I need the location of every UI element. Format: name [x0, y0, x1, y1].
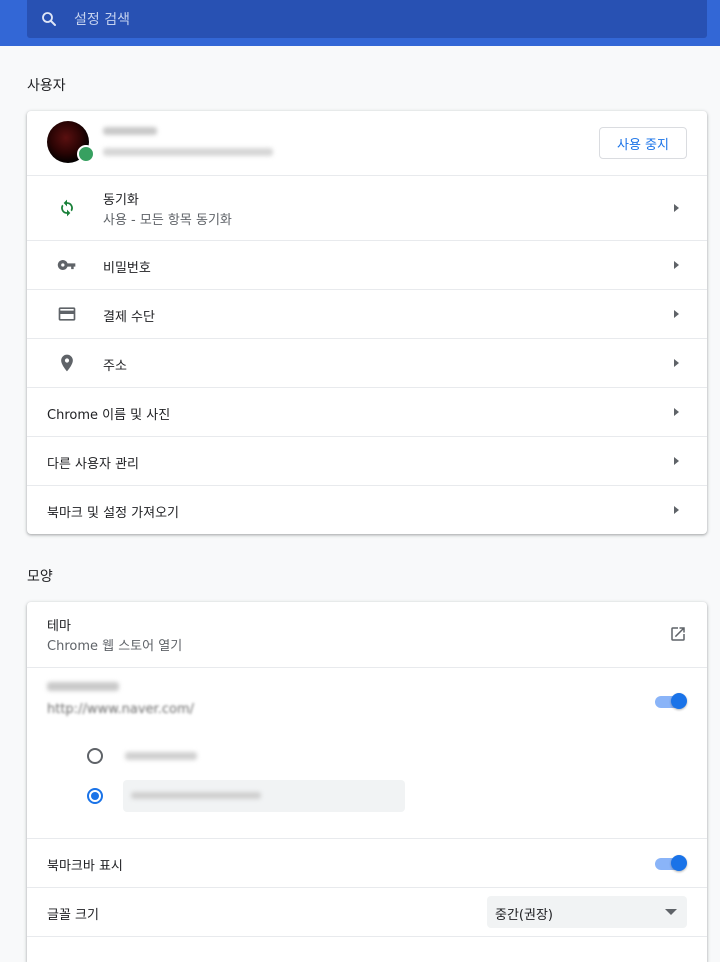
- sync-icon: [61, 199, 73, 217]
- addresses-label: 주소: [103, 359, 127, 374]
- bookmarks-bar-label: 북마크바 표시: [47, 859, 123, 874]
- theme-subtitle: Chrome 웹 스토어 열기: [47, 639, 183, 654]
- chevron-right-icon: [674, 457, 679, 465]
- sync-status-badge: [77, 145, 95, 163]
- home-button-row: http://www.naver.com/: [27, 667, 707, 838]
- chrome-name-label: Chrome 이름 및 사진: [47, 408, 171, 423]
- chrome-name-row[interactable]: Chrome 이름 및 사진: [27, 387, 707, 436]
- theme-row[interactable]: 테마 Chrome 웹 스토어 열기: [27, 602, 707, 667]
- bookmarks-bar-toggle[interactable]: [655, 854, 687, 872]
- chevron-right-icon: [674, 261, 679, 269]
- payments-label: 결제 수단: [103, 310, 155, 325]
- manage-people-row[interactable]: 다른 사용자 관리: [27, 436, 707, 485]
- chevron-right-icon: [674, 310, 679, 318]
- home-button-toggle[interactable]: [655, 692, 687, 710]
- passwords-row[interactable]: 비밀번호: [27, 240, 707, 289]
- account-name-blurred: [103, 127, 157, 135]
- key-icon: [57, 260, 76, 270]
- new-tab-page-label-blurred: [125, 752, 197, 760]
- custom-url-radio[interactable]: [87, 788, 103, 804]
- open-in-new-icon[interactable]: [669, 625, 687, 643]
- import-label: 북마크 및 설정 가져오기: [47, 506, 179, 521]
- settings-header: 설정 검색: [0, 0, 720, 46]
- sync-subtitle: 사용 - 모든 항목 동기화: [103, 213, 232, 228]
- location-pin-icon: [61, 354, 73, 372]
- search-bar[interactable]: 설정 검색: [27, 0, 707, 38]
- font-size-value: 중간(권장): [495, 908, 553, 923]
- font-size-select[interactable]: 중간(권장): [487, 896, 687, 928]
- credit-card-icon: [58, 307, 76, 321]
- search-input[interactable]: 설정 검색: [74, 9, 130, 29]
- home-button-url: http://www.naver.com/: [47, 702, 194, 717]
- passwords-label: 비밀번호: [103, 261, 151, 276]
- new-tab-page-radio[interactable]: [87, 748, 103, 764]
- dropdown-arrow-icon: [665, 909, 677, 915]
- chevron-right-icon: [674, 506, 679, 514]
- appearance-section-title: 모양: [27, 569, 53, 585]
- chevron-right-icon: [674, 204, 679, 212]
- theme-title: 테마: [47, 619, 71, 634]
- addresses-row[interactable]: 주소: [27, 338, 707, 387]
- next-row-partial: [27, 936, 707, 962]
- search-icon: [42, 12, 56, 26]
- import-row[interactable]: 북마크 및 설정 가져오기: [27, 485, 707, 534]
- home-button-label-blurred: [47, 682, 119, 691]
- stop-sync-button[interactable]: 사용 중지: [599, 127, 687, 159]
- sync-row[interactable]: 동기화 사용 - 모든 항목 동기화: [27, 175, 707, 240]
- font-size-row: 글꼴 크기 중간(권장): [27, 887, 707, 936]
- manage-people-label: 다른 사용자 관리: [47, 457, 139, 472]
- payments-row[interactable]: 결제 수단: [27, 289, 707, 338]
- sync-title: 동기화: [103, 193, 139, 208]
- account-row: 사용 중지: [27, 111, 707, 175]
- people-section-title: 사용자: [27, 78, 66, 94]
- people-card: 사용 중지 동기화 사용 - 모든 항목 동기화 비밀번호 결제 수단 주소 C…: [27, 111, 707, 534]
- custom-url-input[interactable]: [123, 780, 405, 812]
- custom-url-value-blurred: [131, 792, 261, 799]
- appearance-card: 테마 Chrome 웹 스토어 열기 http://www.naver.com/…: [27, 602, 707, 962]
- font-size-label: 글꼴 크기: [47, 908, 99, 923]
- bookmarks-bar-row[interactable]: 북마크바 표시: [27, 838, 707, 887]
- chevron-right-icon: [674, 408, 679, 416]
- account-email-blurred: [103, 148, 273, 156]
- chevron-right-icon: [674, 359, 679, 367]
